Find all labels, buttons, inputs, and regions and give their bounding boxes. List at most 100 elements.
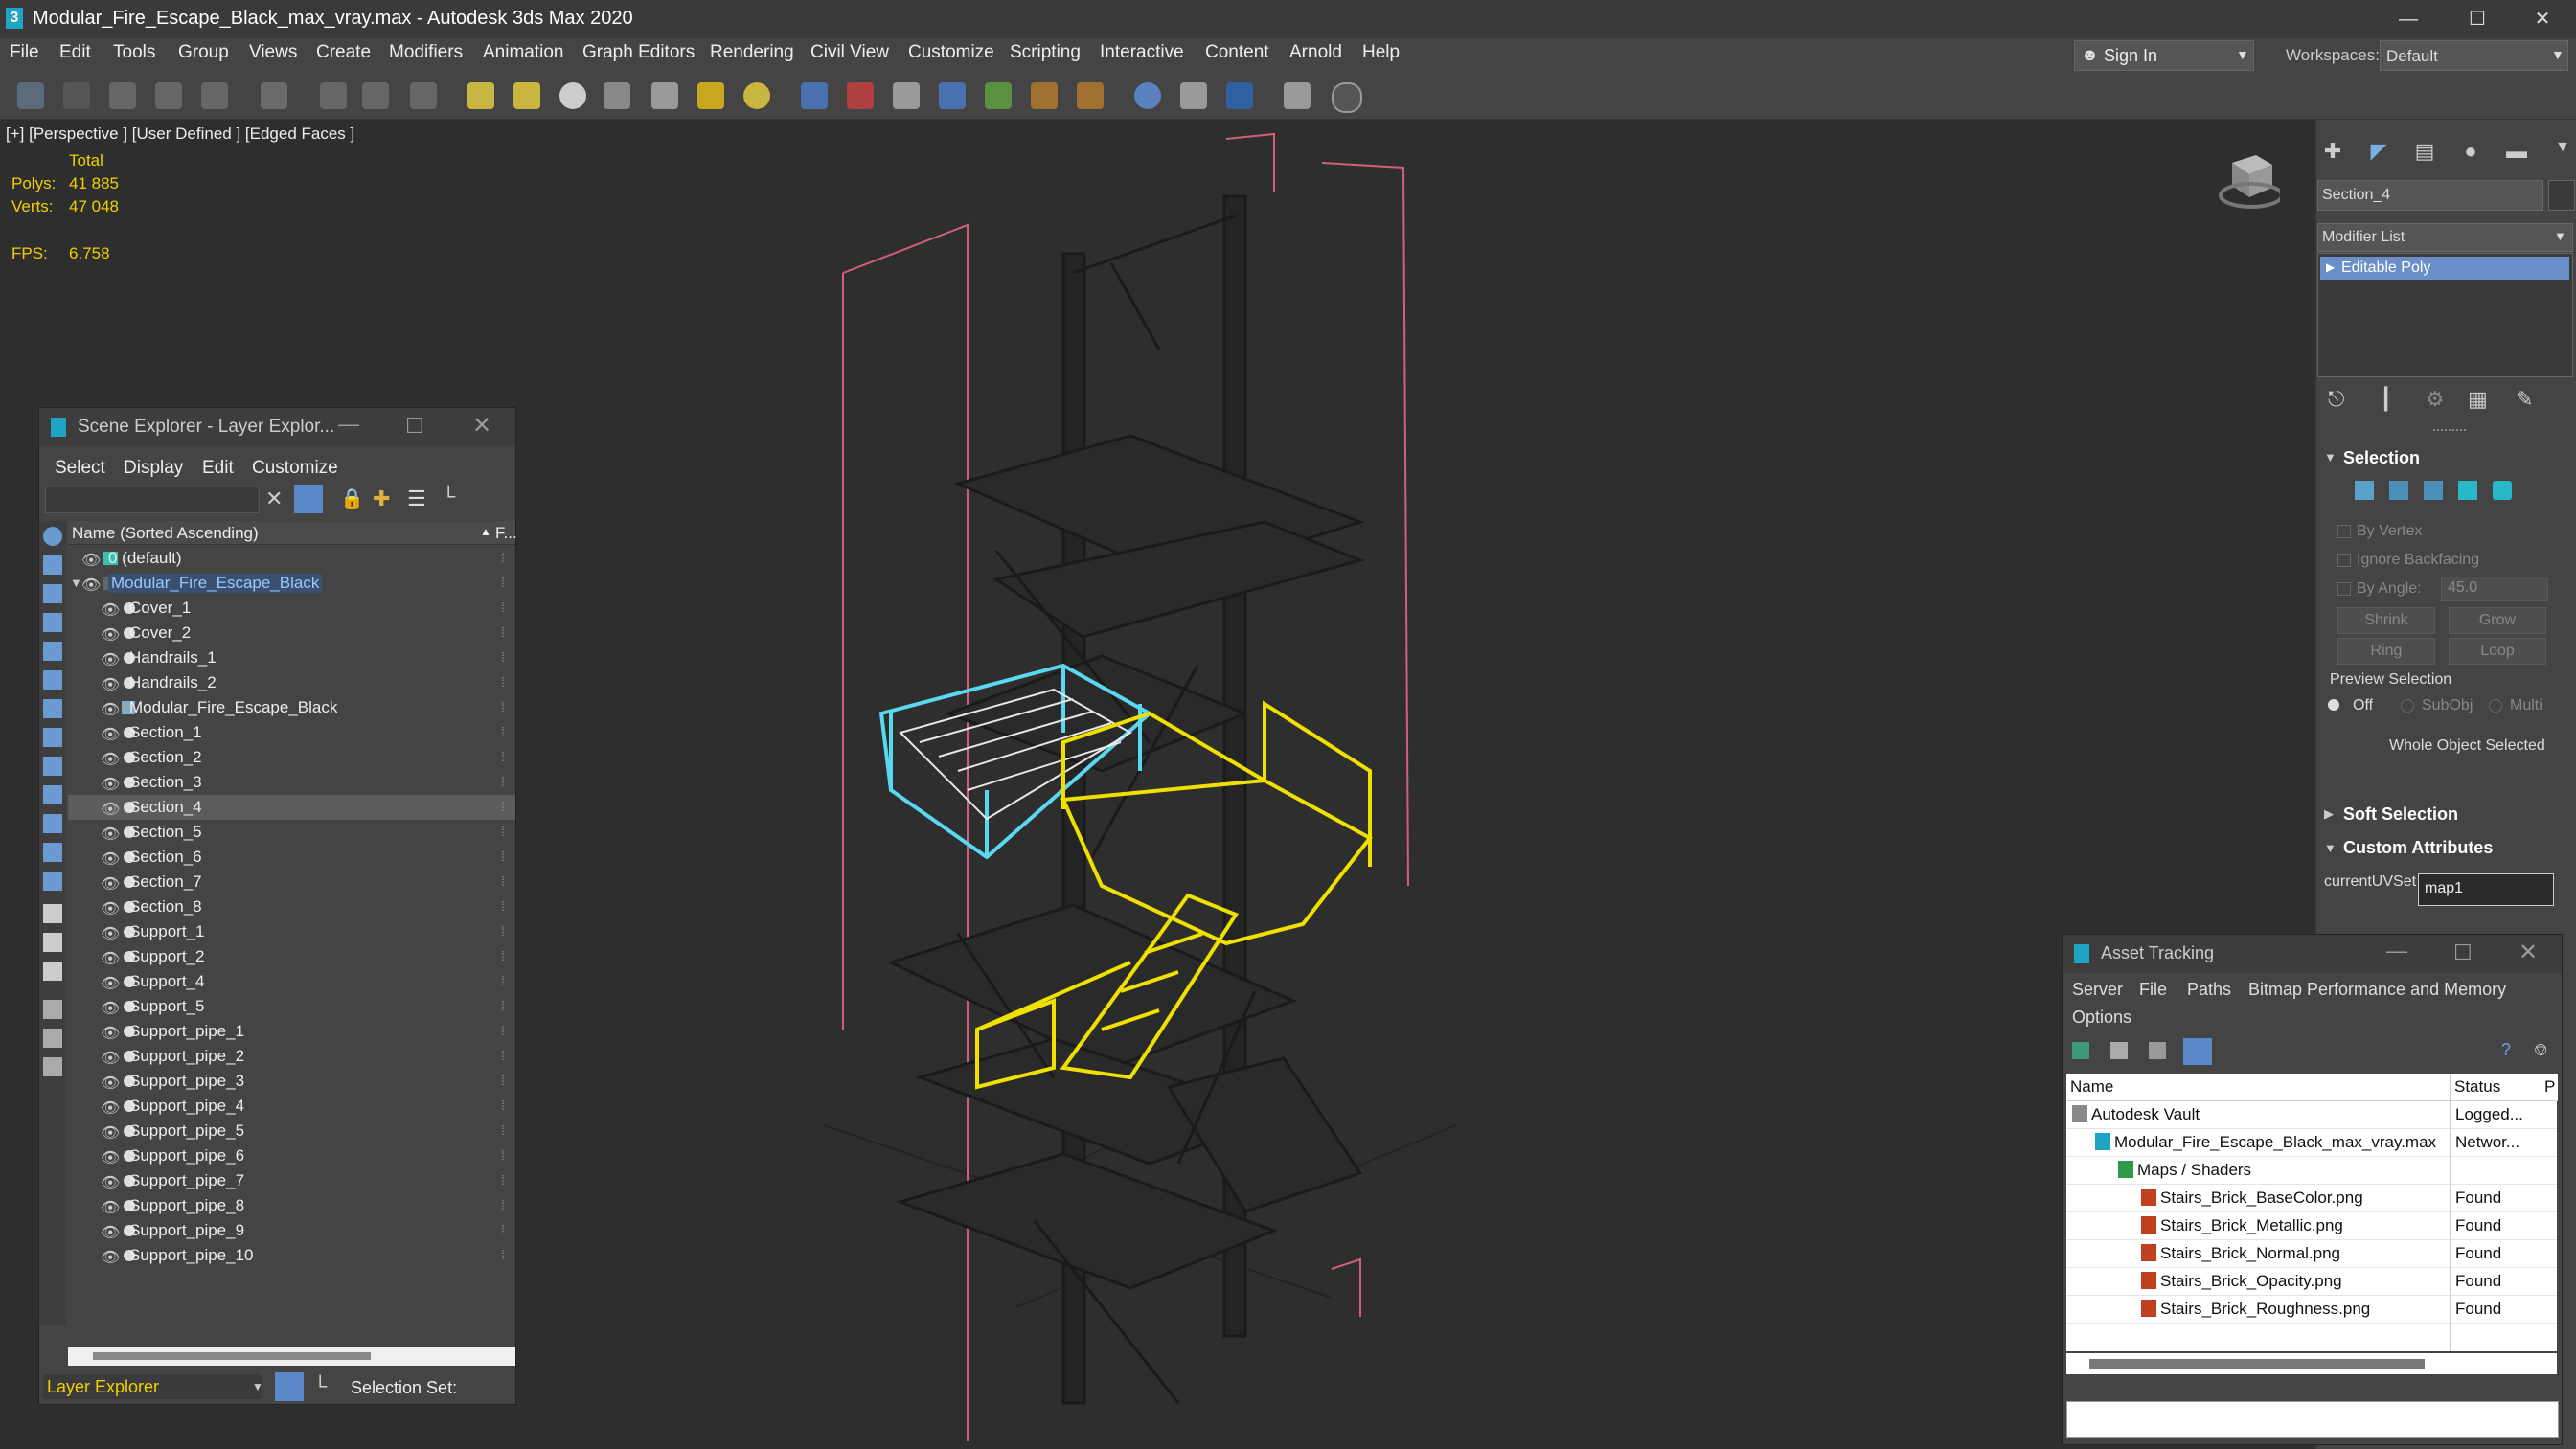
modifier-list-dropdown[interactable]: Modifier List ▼ xyxy=(2317,223,2573,252)
pin-icon[interactable]: ⎊ xyxy=(2534,1040,2547,1060)
row-grip-icon[interactable]: ⁞ xyxy=(501,649,505,665)
menu-file[interactable]: File xyxy=(10,42,39,63)
scene-row[interactable]: 👁 Support_pipe_6 ⁞ xyxy=(68,1143,515,1168)
scene-row[interactable]: 👁 Support_pipe_7 ⁞ xyxy=(68,1168,515,1193)
display-hidden-icon[interactable] xyxy=(43,872,62,891)
scene-row[interactable]: 👁 Section_3 ⁞ xyxy=(68,770,515,795)
scene-row[interactable]: 👁 Support_1 ⁞ xyxy=(68,919,515,944)
visibility-eye-icon[interactable]: 👁 xyxy=(101,899,120,918)
row-grip-icon[interactable]: ⁞ xyxy=(501,749,505,764)
se-menu-edit[interactable]: Edit xyxy=(202,458,234,479)
scene-row[interactable]: 👁 Section_5 ⁞ xyxy=(68,820,515,845)
display-helpers-icon[interactable] xyxy=(43,670,62,690)
scene-row[interactable]: 👁 Modular_Fire_Escape_Black ⁞ xyxy=(68,695,515,720)
scrollbar-thumb[interactable] xyxy=(93,1352,371,1360)
visibility-eye-icon[interactable]: 👁 xyxy=(101,999,120,1018)
display-geometry-icon[interactable] xyxy=(43,555,62,575)
scene-search-input[interactable] xyxy=(45,487,260,513)
row-grip-icon[interactable]: ⁞ xyxy=(501,1073,505,1088)
scene-row[interactable]: 👁 Support_pipe_2 ⁞ xyxy=(68,1044,515,1069)
visibility-eye-icon[interactable]: 👁 xyxy=(81,576,101,595)
display-tab-icon[interactable]: ▬ xyxy=(2502,139,2531,168)
display-selected-icon[interactable] xyxy=(43,962,62,981)
menu-civil-view[interactable]: Civil View xyxy=(810,42,889,63)
extra-column-header[interactable]: P xyxy=(2542,1074,2558,1101)
preview-multi-radio[interactable] xyxy=(2489,699,2502,713)
render-production-icon[interactable] xyxy=(1284,82,1311,109)
visibility-eye-icon[interactable]: 👁 xyxy=(101,675,120,694)
display-visible-icon[interactable] xyxy=(43,904,62,923)
row-grip-icon[interactable]: ⁞ xyxy=(501,1098,505,1113)
visibility-eye-icon[interactable]: 👁 xyxy=(101,1049,120,1068)
expand-arrow-icon[interactable]: ▶ xyxy=(2324,806,2334,822)
asset-row[interactable]: Modular_Fire_Escape_Black_max_vray.max Ne… xyxy=(2066,1128,2557,1157)
visibility-eye-icon[interactable]: 👁 xyxy=(101,1024,120,1043)
row-grip-icon[interactable]: ⁞ xyxy=(501,674,505,690)
window-crossing-icon[interactable] xyxy=(410,82,437,109)
menu-edit[interactable]: Edit xyxy=(59,42,91,63)
row-grip-icon[interactable]: ⁞ xyxy=(501,849,505,864)
expand-arrow-icon[interactable]: ▶ xyxy=(2326,260,2335,274)
menu-customize[interactable]: Customize xyxy=(908,42,994,63)
refresh-icon[interactable] xyxy=(2072,1042,2089,1059)
scene-row[interactable]: 👁 Support_pipe_1 ⁞ xyxy=(68,1019,515,1044)
scene-row[interactable]: 👁 Handrails_2 ⁞ xyxy=(68,670,515,695)
scene-row[interactable]: 👁 Support_4 ⁞ xyxy=(68,969,515,994)
align-icon[interactable] xyxy=(985,82,1012,109)
row-grip-icon[interactable]: ⁞ xyxy=(501,575,505,590)
minimize-icon[interactable]: — xyxy=(2386,939,2407,963)
scene-row[interactable]: 👁 Support_pipe_3 ⁞ xyxy=(68,1069,515,1094)
render-frame-icon[interactable] xyxy=(1226,82,1253,109)
collapse-arrow-icon[interactable]: ▼ xyxy=(2324,450,2337,464)
custom-attributes-rollout-header[interactable]: Custom Attributes xyxy=(2343,838,2493,858)
select-scale-icon[interactable] xyxy=(559,82,586,109)
asset-path-field[interactable] xyxy=(2066,1401,2559,1438)
menu-group[interactable]: Group xyxy=(178,42,229,63)
visibility-eye-icon[interactable]: 👁 xyxy=(101,874,120,894)
select-rotate-icon[interactable] xyxy=(513,82,540,109)
redo-icon[interactable] xyxy=(63,82,90,109)
undo-icon[interactable] xyxy=(17,82,44,109)
at-menu-file[interactable]: File xyxy=(2139,980,2167,1000)
preview-subobj-radio[interactable] xyxy=(2401,699,2414,713)
snaps-toggle-icon[interactable] xyxy=(743,82,770,109)
current-uv-field[interactable]: map1 xyxy=(2418,873,2554,906)
display-frozen-icon[interactable] xyxy=(43,843,62,862)
explorer-type-select[interactable]: Layer Explorer ▼ xyxy=(43,1374,263,1399)
visibility-eye-icon[interactable]: 👁 xyxy=(101,1098,120,1118)
close-icon[interactable]: ✕ xyxy=(472,412,491,440)
row-grip-icon[interactable]: ⁞ xyxy=(501,898,505,914)
display-filter-3-icon[interactable] xyxy=(43,1057,62,1076)
scene-row[interactable]: 👁 Section_4 ⁞ xyxy=(68,795,515,820)
visibility-eye-icon[interactable]: 👁 xyxy=(101,650,120,669)
menu-graph-editors[interactable]: Graph Editors xyxy=(582,42,695,63)
polygon-mode-icon[interactable] xyxy=(2458,481,2477,500)
clear-search-icon[interactable]: ✕ xyxy=(265,487,283,511)
scene-row[interactable]: 👁 Section_1 ⁞ xyxy=(68,720,515,745)
menu-content[interactable]: Content xyxy=(1205,42,1269,63)
visibility-eye-icon[interactable]: 👁 xyxy=(101,974,120,993)
display-containers-icon[interactable] xyxy=(43,814,62,833)
visibility-eye-icon[interactable]: 👁 xyxy=(101,1173,120,1192)
help-icon[interactable]: ? xyxy=(2501,1040,2511,1060)
minimize-icon[interactable]: — xyxy=(338,412,359,437)
hierarchy-tab-icon[interactable]: ▤ xyxy=(2410,139,2439,168)
visibility-eye-icon[interactable]: 👁 xyxy=(101,800,120,819)
at-menu-server[interactable]: Server xyxy=(2072,980,2123,1000)
status-column-header[interactable]: Status xyxy=(2450,1074,2542,1101)
place-icon[interactable] xyxy=(604,82,630,109)
row-grip-icon[interactable]: ⁞ xyxy=(501,1172,505,1188)
row-grip-icon[interactable]: ⁞ xyxy=(501,824,505,839)
visibility-eye-icon[interactable]: 👁 xyxy=(101,1123,120,1143)
close-button[interactable]: ✕ xyxy=(2510,0,2575,38)
display-shapes-icon[interactable] xyxy=(43,584,62,603)
asset-tracking-titlebar[interactable]: Asset Tracking — ☐ ✕ xyxy=(2063,935,2562,973)
menu-rendering[interactable]: Rendering xyxy=(710,42,794,63)
select-by-name-icon[interactable] xyxy=(362,82,389,109)
se-menu-select[interactable]: Select xyxy=(55,458,105,479)
at-menu-options[interactable]: Options xyxy=(2072,1008,2131,1028)
row-grip-icon[interactable]: ⁞ xyxy=(501,724,505,739)
loop-button[interactable]: Loop xyxy=(2449,638,2546,665)
bind-spacewarp-icon[interactable] xyxy=(201,82,228,109)
visibility-eye-icon[interactable]: 👁 xyxy=(101,924,120,943)
